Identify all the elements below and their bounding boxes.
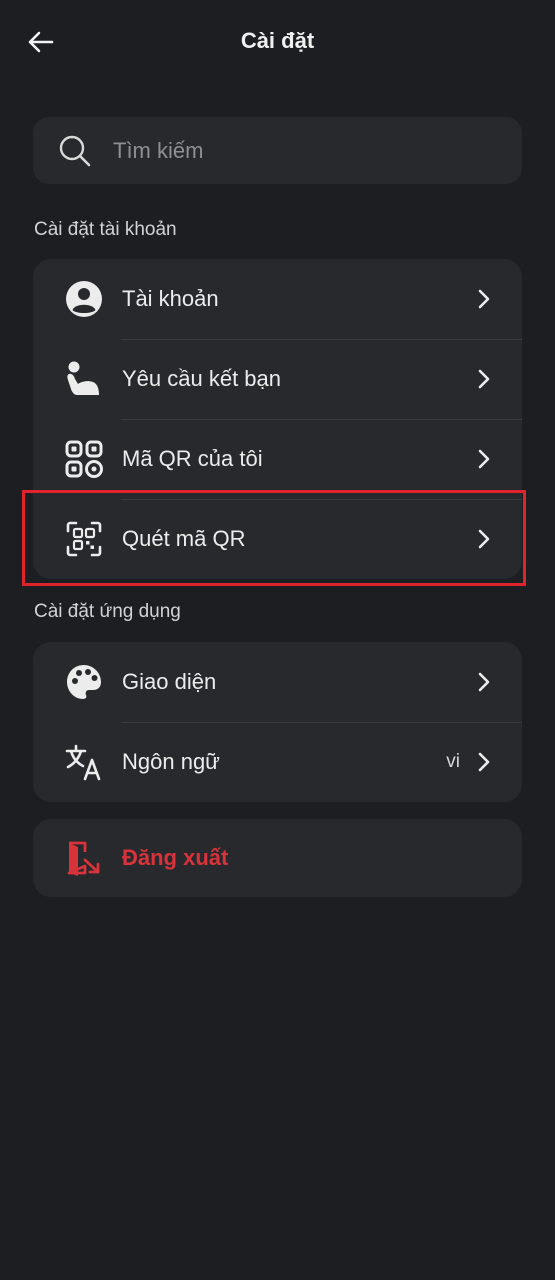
language-label: Ngôn ngữ [122, 749, 220, 774]
search-bar[interactable] [33, 117, 522, 184]
logout-icon [63, 837, 105, 879]
scan-qr-code-label: Quét mã QR [122, 526, 246, 551]
qr-scan-icon [63, 518, 105, 560]
chevron-right-icon [472, 527, 496, 551]
account-settings-card: Tài khoản Yêu cầu kết bạn Mã QR của tôi … [33, 259, 522, 579]
user-circle-icon [63, 278, 105, 320]
logout-card: Đăng xuất [33, 819, 522, 897]
search-input[interactable] [111, 136, 475, 165]
app-section-label: Cài đặt ứng dụng [34, 601, 181, 622]
page-title: Cài đặt [240, 28, 315, 53]
chevron-right-icon [472, 287, 496, 311]
language-value: vi [446, 751, 460, 772]
language-row[interactable]: Ngôn ngữ vi [33, 722, 522, 802]
chevron-right-icon [472, 447, 496, 471]
chevron-right-icon [472, 367, 496, 391]
appearance-label: Giao diện [122, 669, 217, 694]
app-settings-card: Giao diện Ngôn ngữ vi [33, 642, 522, 802]
header: Cài đặt [0, 0, 555, 84]
translate-icon [63, 741, 105, 783]
friend-requests-row[interactable]: Yêu cầu kết bạn [33, 339, 522, 419]
chevron-right-icon [472, 670, 496, 694]
qr-code-icon [63, 438, 105, 480]
friend-request-icon [63, 358, 105, 400]
search-icon [55, 131, 95, 171]
my-qr-code-row[interactable]: Mã QR của tôi [33, 419, 522, 499]
palette-icon [63, 661, 105, 703]
logout-row[interactable]: Đăng xuất [33, 819, 522, 897]
account-label: Tài khoản [122, 286, 219, 311]
my-qr-code-label: Mã QR của tôi [122, 446, 263, 471]
account-row[interactable]: Tài khoản [33, 259, 522, 339]
appearance-row[interactable]: Giao diện [33, 642, 522, 722]
scan-qr-code-row[interactable]: Quét mã QR [33, 499, 522, 579]
friend-requests-label: Yêu cầu kết bạn [122, 366, 282, 391]
logout-label: Đăng xuất [122, 845, 229, 870]
chevron-right-icon [472, 750, 496, 774]
account-section-label: Cài đặt tài khoản [34, 219, 177, 240]
